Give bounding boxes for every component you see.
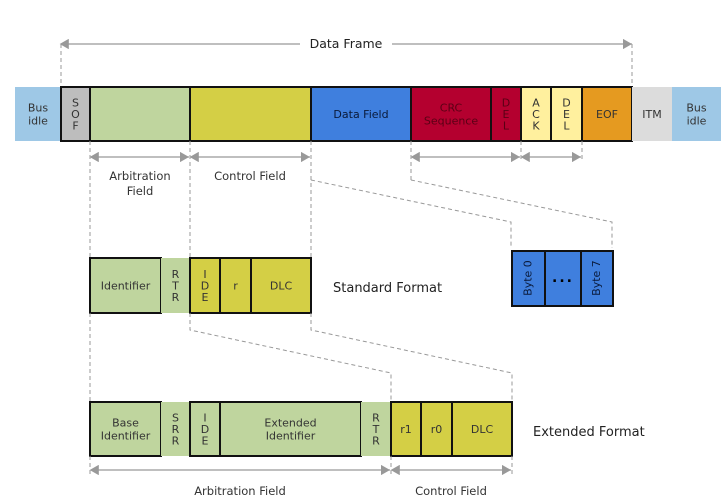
byte-7-label: Byte 7 — [590, 260, 603, 296]
cell-data-field: Data Field — [310, 86, 412, 142]
ide-label: E — [202, 435, 209, 448]
bus-idle-right-label: Bus — [686, 102, 707, 115]
srr-label: R — [172, 435, 180, 448]
cell-crc-delimiter: DEL — [490, 86, 522, 142]
bus-idle-right-label: idle — [687, 115, 707, 128]
eof-label: EOF — [596, 108, 618, 121]
ellipsis-label: ... — [552, 270, 574, 286]
bus-idle-left-label: idle — [28, 115, 48, 128]
cell-ack: ACK — [520, 86, 552, 142]
cell-extended-identifier: ExtendedIdentifier — [219, 401, 362, 457]
data-frame-span: Data Frame — [59, 36, 633, 87]
control-field-label: Control Field — [214, 169, 286, 183]
ext-arbitration-field-label: Arbitration Field — [194, 484, 286, 498]
cell-base-identifier: BaseIdentifier — [89, 401, 162, 457]
data-bytes-row: Byte 0... Byte 7 — [511, 250, 614, 307]
ack-label: K — [532, 120, 540, 133]
dlc-label: DLC — [471, 423, 494, 436]
cell-control — [189, 86, 312, 142]
cell-bus-idle-right: Busidle — [672, 87, 721, 141]
cell-arbitration — [89, 86, 191, 142]
extended-identifier-label: Identifier — [266, 430, 316, 443]
rtr-label: R — [372, 435, 380, 448]
cell-dlc: DLC — [451, 401, 513, 457]
identifier-label: Identifier — [101, 280, 151, 293]
control-connector-left — [189, 313, 392, 402]
extended-identifier-label: Extended — [264, 417, 316, 430]
cell-srr: SRR — [161, 402, 190, 456]
standard-extended-guides — [89, 313, 513, 402]
cell-ack-delimiter: DEL — [550, 86, 583, 142]
data-zoom-connector-left — [310, 179, 512, 248]
control-box — [189, 86, 312, 142]
extended-format-row: BaseIdentifierSRRIDEExtendedIdentifierRT… — [89, 401, 513, 457]
cell-sof: SOF — [60, 86, 91, 142]
cell-ide: IDE — [189, 401, 221, 457]
bus-idle-left-label: Bus — [28, 102, 49, 115]
standard-format-label: Standard Format — [333, 281, 442, 296]
extended-format-label: Extended Format — [533, 425, 645, 440]
crc-sequence-label: Sequence — [424, 115, 478, 128]
crc-sequence-label: CRC — [440, 102, 463, 115]
r0-label: r0 — [431, 423, 443, 436]
cell-byte-0: Byte 0 — [511, 250, 546, 307]
r1-label: r1 — [400, 423, 412, 436]
dlc-label: DLC — [270, 280, 293, 293]
cell-bus-idle-left: Busidle — [15, 87, 61, 141]
cell-identifier: Identifier — [89, 257, 162, 314]
cell-ide: IDE — [189, 257, 221, 314]
arbitration-field-label-2: Field — [127, 184, 154, 198]
sof-label: F — [72, 120, 78, 133]
cell-rtr: RTR — [361, 402, 391, 456]
rtr-label: R — [172, 291, 180, 304]
r-label: r — [233, 280, 238, 293]
extended-field-guides: Arbitration Field Control Field — [89, 456, 513, 498]
arbitration-field-label-1: Arbitration — [109, 169, 170, 183]
ack-delimiter-label: L — [563, 120, 570, 133]
ide-label: E — [202, 291, 209, 304]
standard-format-row: Identifier RTRIDE r DLC — [89, 257, 312, 314]
control-connector-right — [310, 313, 513, 402]
cell-r1: r1 — [390, 401, 422, 457]
base-identifier-label: Base — [112, 417, 139, 430]
can-frame-diagram: Data Frame BusidleSOFData Field CRCSequen… — [15, 36, 721, 498]
cell-itm: ITM — [632, 87, 672, 141]
cell-rtr: RTR — [161, 258, 190, 313]
itm-label: ITM — [642, 108, 661, 121]
data-field-label: Data Field — [333, 108, 388, 121]
cell-dlc: DLC — [250, 257, 312, 314]
arbitration-box — [89, 86, 191, 142]
ext-control-field-label: Control Field — [415, 484, 487, 498]
cell-r: r — [219, 257, 252, 314]
cell-byte-7: Byte 7 — [580, 250, 614, 307]
frame-field-guides: Arbitration Field Control Field — [89, 141, 613, 258]
cell-crc-sequence: CRCSequence — [410, 86, 492, 142]
data-frame-title: Data Frame — [310, 36, 383, 51]
base-identifier-label: Identifier — [101, 430, 151, 443]
cell-r0: r0 — [420, 401, 453, 457]
frame-row: BusidleSOFData Field CRCSequenceDELACKDEL… — [15, 86, 721, 142]
crc-delimiter-label: L — [503, 120, 510, 133]
byte-0-label: Byte 0 — [522, 260, 535, 296]
cell-eof: EOF — [581, 86, 633, 142]
cell-ellipsis: ... — [544, 250, 582, 307]
